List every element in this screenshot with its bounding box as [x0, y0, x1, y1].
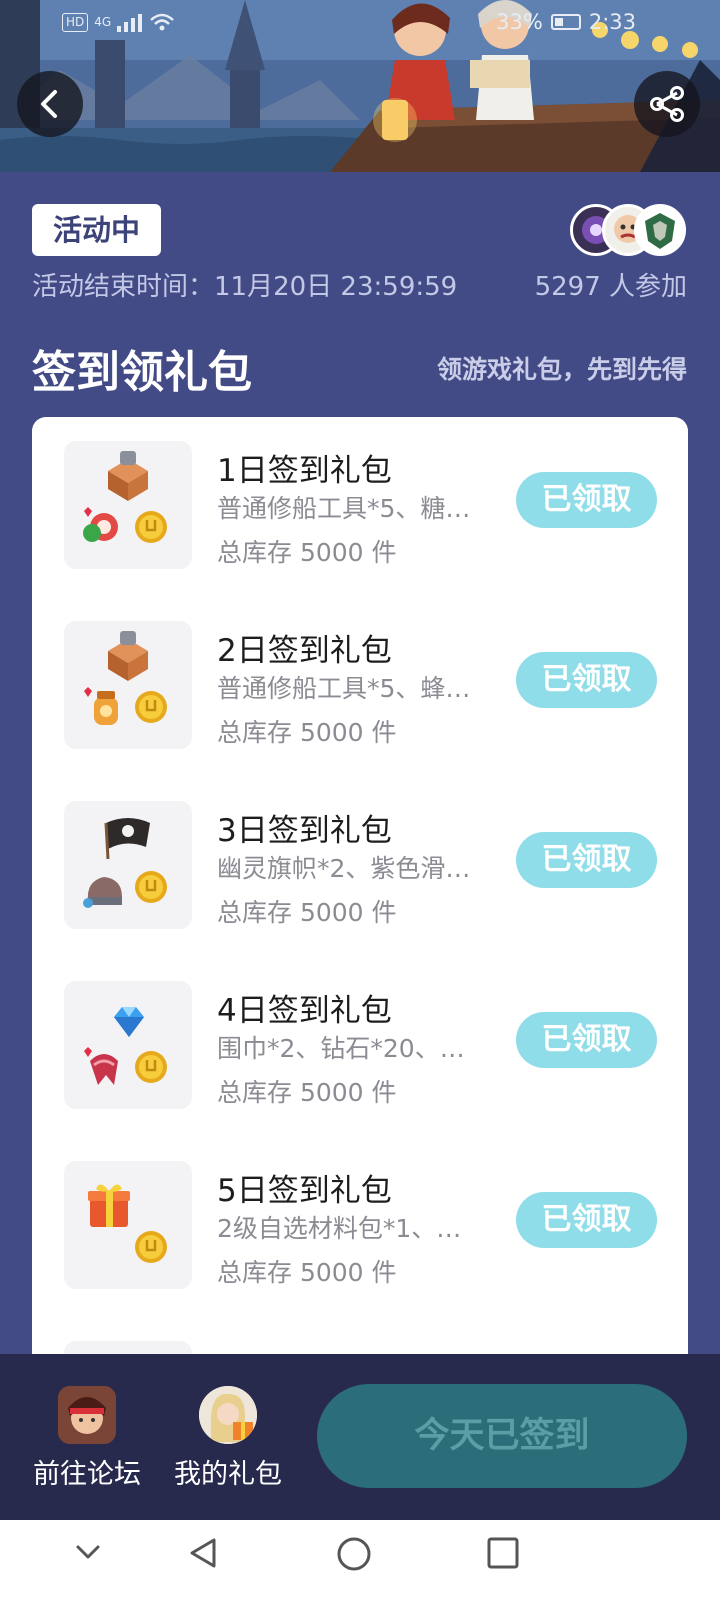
pirate-flag-icon: [104, 818, 150, 860]
gold-coin-icon: [135, 871, 167, 903]
claimed-button[interactable]: 已领取: [516, 832, 657, 888]
my-gifts-label: 我的礼包: [174, 1459, 282, 1490]
gift-item: 3日签到礼包 幽灵旗帜*2、紫色滑… 总库存 5000 件 已领取: [32, 777, 688, 957]
activity-end-time: 活动结束时间：11月20日 23:59:59: [32, 272, 458, 302]
gift-item: 4日签到礼包 围巾*2、钻石*20、… 总库存 5000 件 已领取: [32, 957, 688, 1137]
network-type: 4G: [94, 15, 112, 29]
chevron-down-icon[interactable]: [72, 1536, 104, 1568]
gift-thumbnail: [64, 981, 192, 1109]
diamond-icon: [114, 1007, 144, 1037]
status-time: 2:33: [588, 10, 636, 34]
gift-stock: 总库存 5000 件: [217, 1078, 397, 1107]
candy-icon: [83, 507, 118, 542]
claimed-button[interactable]: 已领取: [516, 472, 657, 528]
gift-list: 1日签到礼包 普通修船工具*5、糖… 总库存 5000 件 已领取 2日签到礼包…: [32, 417, 688, 1357]
forum-game-icon: [58, 1386, 116, 1444]
chevron-left-icon: [41, 90, 57, 118]
participant-avatars[interactable]: [570, 204, 690, 256]
claimed-button[interactable]: 已领取: [516, 1192, 657, 1248]
bottom-action-bar: 前往论坛 我的礼包 今天已签到: [0, 1354, 720, 1520]
participant-count: 5297 人参加: [534, 272, 687, 302]
gift-title: 3日签到礼包: [217, 813, 392, 849]
honey-jar-icon: [84, 687, 118, 725]
gift-box-icon: [88, 1184, 130, 1227]
forum-label: 前往论坛: [33, 1459, 141, 1490]
gift-title: 1日签到礼包: [217, 453, 392, 489]
gift-description: 2级自选材料包*1、…: [217, 1214, 462, 1243]
scarf-icon: [84, 1047, 118, 1085]
gift-stock: 总库存 5000 件: [217, 898, 397, 927]
gift-title: 2日签到礼包: [217, 633, 392, 669]
hd-badge: HD: [62, 12, 89, 32]
toolbox-icon: [108, 451, 148, 501]
gift-item: [32, 1317, 688, 1357]
nav-home-icon[interactable]: [336, 1536, 372, 1572]
signal-icon: [117, 14, 143, 32]
gift-stock: 总库存 5000 件: [217, 538, 397, 567]
status-left: HD 4G: [62, 12, 175, 32]
gift-thumbnail: [64, 441, 192, 569]
gift-thumbnail: [64, 621, 192, 749]
activity-status-tag: 活动中: [32, 204, 161, 256]
claimed-button[interactable]: 已领取: [516, 652, 657, 708]
avatar: [634, 204, 686, 256]
gift-item: 1日签到礼包 普通修船工具*5、糖… 总库存 5000 件 已领取: [32, 417, 688, 597]
gold-coin-icon: [135, 1051, 167, 1083]
gift-description: 围巾*2、钻石*20、…: [217, 1034, 465, 1063]
gift-title: 4日签到礼包: [217, 993, 392, 1029]
gift-thumbnail: [64, 801, 192, 929]
gift-item: 5日签到礼包 2级自选材料包*1、… 总库存 5000 件 已领取: [32, 1137, 688, 1317]
gift-stock: 总库存 5000 件: [217, 718, 397, 747]
gift-description: 普通修船工具*5、糖…: [217, 494, 471, 523]
forum-link[interactable]: 前往论坛: [22, 1386, 152, 1491]
gift-stock: 总库存 5000 件: [217, 1258, 397, 1287]
gold-coin-icon: [135, 511, 167, 543]
signed-in-button[interactable]: 今天已签到: [317, 1384, 687, 1488]
share-icon: [650, 86, 684, 122]
nav-recents-icon[interactable]: [486, 1536, 520, 1570]
battery-icon: [550, 14, 581, 30]
claimed-button[interactable]: 已领取: [516, 1012, 657, 1068]
section-title: 签到领礼包: [32, 347, 252, 398]
gold-coin-icon: [135, 1231, 167, 1263]
ship-part-icon: [83, 877, 122, 908]
share-button[interactable]: [634, 71, 700, 137]
status-right: 33% 2:33: [496, 10, 636, 34]
gift-title: 5日签到礼包: [217, 1173, 392, 1209]
system-navigation-bar: [0, 1520, 720, 1600]
page: HD 4G 33% 2:33 活动中 活动结束时间：11月20日 23:59:5…: [0, 0, 720, 1600]
my-gifts-avatar-icon: [199, 1386, 257, 1444]
nav-back-icon[interactable]: [186, 1536, 220, 1570]
gift-description: 幽灵旗帜*2、紫色滑…: [217, 854, 471, 883]
wifi-icon: [150, 13, 175, 31]
gift-thumbnail: [64, 1161, 192, 1289]
activity-banner: HD 4G 33% 2:33: [0, 0, 720, 172]
section-subtitle: 领游戏礼包，先到先得: [436, 355, 687, 384]
back-button[interactable]: [17, 71, 83, 137]
gold-coin-icon: [135, 691, 167, 723]
status-bar: HD 4G 33% 2:33: [0, 0, 720, 48]
battery-percent: 33%: [496, 10, 543, 34]
gift-item: 2日签到礼包 普通修船工具*5、蜂… 总库存 5000 件 已领取: [32, 597, 688, 777]
gift-description: 普通修船工具*5、蜂…: [217, 674, 471, 703]
my-gifts-link[interactable]: 我的礼包: [163, 1386, 293, 1491]
toolbox-icon: [108, 631, 148, 681]
